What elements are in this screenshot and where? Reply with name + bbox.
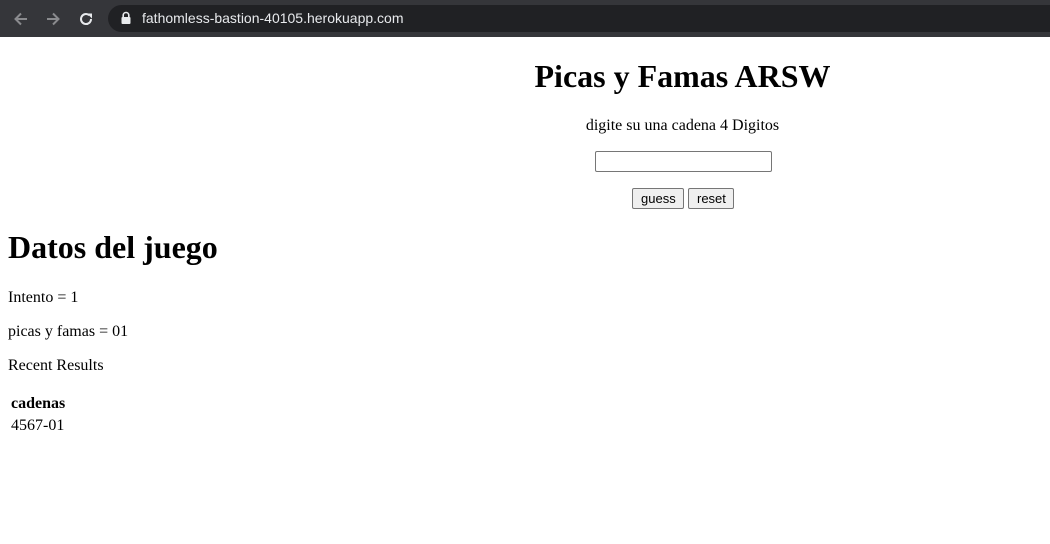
guess-button[interactable]: guess <box>632 188 684 209</box>
page-title: Picas y Famas ARSW <box>534 58 831 94</box>
browser-toolbar: fathomless-bastion-40105.herokuapp.com <box>0 0 1050 37</box>
game-data-heading: Datos del juego <box>8 229 218 265</box>
result-cell: 4567-01 <box>11 417 65 434</box>
prompt-text: digite su una cadena 4 Digitos <box>585 117 780 134</box>
address-bar[interactable]: fathomless-bastion-40105.herokuapp.com <box>108 5 1050 32</box>
back-button[interactable] <box>10 8 32 30</box>
arrow-left-icon <box>14 12 27 26</box>
reset-button[interactable]: reset <box>688 188 734 209</box>
recent-results-label: Recent Results <box>8 357 104 374</box>
reload-icon <box>80 13 93 25</box>
picas-famas-score: picas y famas = 01 <box>8 323 129 340</box>
guess-input[interactable] <box>595 151 772 172</box>
lock-icon <box>121 11 131 24</box>
results-table: cadenas 4567-01 <box>8 392 68 438</box>
attempt-count: Intento = 1 <box>8 289 79 306</box>
cadenas-column-header: cadenas <box>11 395 66 412</box>
table-header-row: cadenas <box>10 394 66 414</box>
arrow-right-icon <box>47 12 60 26</box>
forward-button[interactable] <box>42 8 64 30</box>
reload-button[interactable] <box>75 8 97 30</box>
table-row: 4567-01 <box>10 416 66 436</box>
url-text: fathomless-bastion-40105.herokuapp.com <box>142 10 404 26</box>
